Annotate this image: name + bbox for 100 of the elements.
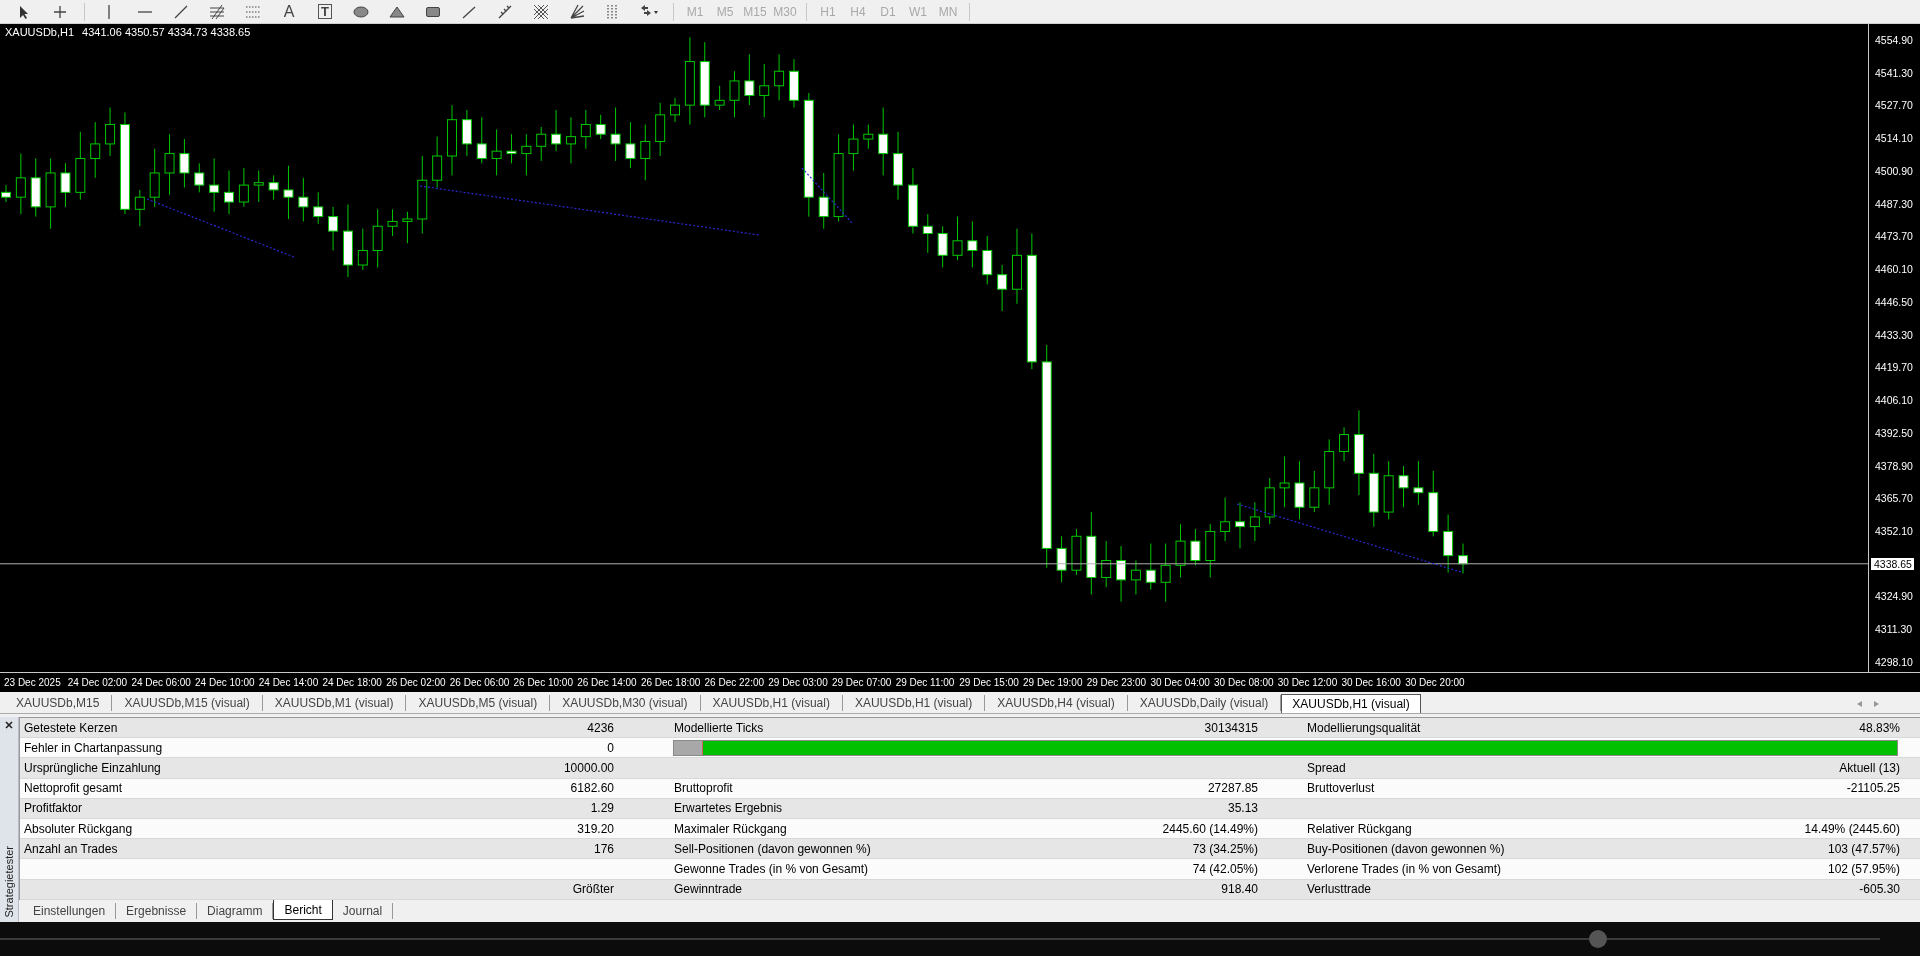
report-value: 74 (42.05%) [1191, 861, 1258, 876]
candle [30, 157, 41, 218]
tester-tab[interactable]: Journal [332, 903, 394, 919]
candle [1383, 460, 1394, 520]
candle [1279, 455, 1290, 508]
price-label: 4298.10 [1874, 655, 1914, 668]
price-label: 4487.30 [1874, 197, 1914, 210]
candle [982, 235, 993, 285]
report-value: 30134315 [1203, 720, 1258, 735]
candle [506, 133, 517, 164]
candle [1264, 477, 1275, 525]
candle [1190, 528, 1201, 566]
report-label: Modellierte Ticks [673, 720, 765, 735]
candle [313, 191, 324, 225]
crosshair-icon[interactable] [52, 3, 68, 20]
panel-title: Strategietester [3, 846, 15, 918]
candle [788, 58, 799, 109]
candle [253, 170, 264, 203]
report-label: Maximaler Rückgang [673, 821, 788, 836]
price-label: 4473.70 [1874, 230, 1914, 243]
report-value: 2445.60 (14.49%) [1161, 821, 1258, 836]
candle [357, 228, 368, 271]
time-label: 29 Dec 07:00 [831, 677, 893, 688]
candle [759, 63, 770, 118]
chart-tab[interactable]: XAUUSDb,H1 (visual) [1281, 694, 1421, 713]
candle [1175, 523, 1186, 578]
report-label: Profitfaktor [23, 801, 84, 816]
report-label: Absoluter Rückgang [23, 821, 134, 836]
candle [1398, 465, 1409, 508]
tester-tab[interactable]: Einstellungen [23, 903, 117, 919]
candle [1413, 460, 1424, 506]
candle [1071, 528, 1082, 576]
report-value: 4236 [586, 720, 614, 735]
report-label: Bruttoverlust [1306, 781, 1376, 796]
time-label: 29 Dec 03:00 [768, 677, 829, 688]
candle [75, 131, 86, 201]
report-value: 35.13 [1226, 801, 1258, 816]
trendline-icon[interactable] [173, 3, 189, 20]
report-label: Relativer Rückgang [1306, 821, 1413, 836]
candle [521, 133, 532, 176]
candle [818, 172, 829, 230]
price-label: 4541.30 [1874, 66, 1914, 79]
candle [1205, 523, 1216, 578]
report-value: Größter [571, 882, 614, 897]
candle [194, 162, 205, 193]
report-label: Gewonne Trades (in % von Gesamt) [673, 861, 870, 876]
candle [15, 153, 26, 215]
hatched-line-icon[interactable] [497, 3, 513, 20]
report-label: Nettoprofit gesamt [23, 781, 124, 796]
time-label: 30 Dec 16:00 [1341, 677, 1402, 688]
price-label: 4514.10 [1874, 132, 1914, 145]
candle [774, 53, 785, 101]
candle [595, 114, 606, 140]
crosshatch-icon[interactable] [533, 3, 549, 20]
tester-tab[interactable]: Ergebnisse [116, 903, 198, 919]
playback-thumb[interactable] [1589, 930, 1607, 948]
candle [1160, 543, 1171, 603]
report-value: Aktuell (13) [1838, 760, 1901, 775]
hatched-lines-icon[interactable] [209, 3, 225, 20]
candle [1324, 438, 1335, 506]
report-label: Anzahl an Trades [23, 841, 119, 856]
report-value: 48.83% [1858, 720, 1901, 735]
report-value: -21105.25 [1845, 781, 1901, 796]
report-value: 10000.00 [562, 760, 614, 775]
price-label: 4527.70 [1874, 99, 1914, 112]
price-label: 4500.90 [1874, 164, 1914, 177]
time-label: 30 Dec 04:00 [1150, 677, 1211, 688]
candle [476, 116, 487, 164]
price-label: 4311.30 [1874, 623, 1914, 636]
dotted-lines-icon[interactable] [245, 3, 261, 20]
report-label: Getestete Kerzen [23, 720, 119, 735]
candle [1428, 470, 1439, 537]
report-value: 14.49% (2445.60) [1803, 821, 1901, 836]
candle [268, 174, 279, 201]
report-label: Modellierungsqualität [1306, 720, 1422, 735]
report-value: 73 (34.25%) [1191, 841, 1258, 856]
candle [298, 177, 309, 222]
candle [1056, 535, 1067, 583]
report-label: Verlorene Trades (in % von Gesamt) [1306, 861, 1503, 876]
report-label: Bruttoprofit [673, 781, 734, 796]
candle [149, 148, 160, 208]
candle [1101, 540, 1112, 588]
text-label-tool[interactable]: T [318, 4, 332, 19]
candle [744, 53, 755, 106]
candle [387, 208, 398, 237]
fan-lines-icon[interactable] [569, 3, 585, 20]
tester-tab[interactable]: Bericht [273, 900, 333, 920]
report-value: 176 [592, 841, 614, 856]
time-label: 24 Dec 10:00 [195, 677, 256, 688]
candle [164, 133, 175, 196]
candle [224, 170, 234, 215]
candle [1220, 497, 1231, 542]
price-label: 4378.90 [1874, 459, 1914, 472]
time-label: 26 Dec 06:00 [449, 677, 511, 688]
text-tool[interactable]: A [283, 3, 295, 20]
candle [209, 157, 220, 213]
candle [90, 121, 101, 179]
report-label: Erwartetes Ergebnis [673, 801, 784, 816]
report-label: Buy-Positionen (davon gewonnen %) [1306, 841, 1506, 856]
ellipse-icon[interactable] [353, 3, 369, 20]
